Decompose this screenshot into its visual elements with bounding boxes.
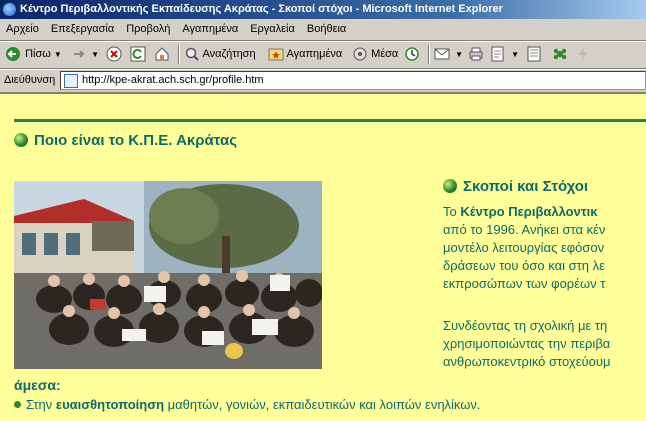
back-button[interactable]: Πίσω ▼ — [4, 44, 62, 64]
search-label: Αναζήτηση — [202, 48, 256, 60]
refresh-button[interactable] — [130, 44, 146, 64]
media-icon — [353, 47, 367, 61]
favorites-button[interactable]: Αγαπημένα — [268, 44, 342, 64]
research-button[interactable] — [576, 44, 590, 64]
menu-help[interactable]: Βοήθεια — [301, 19, 352, 40]
menu-view[interactable]: Προβολή — [120, 19, 176, 40]
globe-bullet-icon — [14, 133, 28, 147]
aims-para1-line5: εκπροσώπων των φορέων τ — [443, 276, 606, 291]
mail-button[interactable]: ▼ — [434, 44, 463, 64]
forward-button[interactable]: ▼ — [70, 44, 99, 64]
print-icon — [469, 47, 483, 61]
search-icon — [185, 47, 199, 61]
list-strong: ευαισθητοποίηση — [55, 397, 165, 412]
menu-edit[interactable]: Επεξεργασία — [45, 19, 120, 40]
ie-logo-icon — [3, 3, 16, 16]
page-heading-text: Ποιο είναι το Κ.Π.Ε. Ακράτας — [34, 132, 238, 149]
forward-arrow-icon — [74, 50, 85, 58]
immediately-label: άμεσα: — [14, 377, 61, 393]
globe-bullet-icon — [443, 179, 457, 193]
aims-para1-line1: Το Κέντρο Περιβαλλοντικ — [443, 204, 598, 220]
para-strong: Κέντρο Περιβαλλοντικ — [460, 204, 598, 219]
back-label: Πίσω — [25, 48, 51, 60]
menu-file[interactable]: Αρχείο — [0, 19, 45, 40]
list-text-rest: μαθητών, γονιών, εκπαιδευτικών και λοιπώ… — [164, 397, 481, 412]
list-bullet-icon — [14, 401, 21, 408]
messenger-icon — [553, 48, 567, 60]
edit-page-icon — [491, 46, 504, 62]
search-button[interactable]: Αναζήτηση — [184, 44, 256, 64]
page-icon — [64, 74, 78, 88]
aims-para1-line4: δράσεων του όσο και στη λε — [443, 258, 605, 273]
media-label: Μέσα — [371, 48, 399, 60]
mail-icon — [434, 48, 450, 60]
edit-dropdown-icon[interactable]: ▼ — [511, 50, 519, 59]
forward-dropdown-icon[interactable]: ▼ — [91, 50, 99, 59]
media-button[interactable]: Μέσα — [352, 44, 398, 64]
favorites-label: Αγαπημένα — [286, 48, 343, 60]
print-button[interactable] — [468, 44, 484, 64]
favorites-icon — [268, 48, 284, 61]
group-photo-art — [14, 181, 322, 369]
address-url: http://kpe-akrat.ach.sch.gr/profile.htm — [82, 74, 264, 86]
window-title: Κέντρο Περιβαλλοντικής Εκπαίδευσης Ακράτ… — [20, 3, 503, 15]
home-icon — [155, 47, 169, 61]
aims-para2-line3: ανθρωποκεντρικό στοχεύουμ — [443, 354, 611, 369]
list-item: Στην ευαισθητοποίηση μαθητών, γονιών, εκ… — [14, 397, 481, 412]
aims-para2-line1: Συνδέοντας τη σχολική με τη — [443, 318, 608, 333]
back-dropdown-icon[interactable]: ▼ — [54, 50, 62, 59]
address-label: Διεύθυνση — [4, 74, 56, 86]
history-button[interactable] — [404, 44, 420, 64]
lightning-icon — [579, 47, 587, 62]
aims-para1-line3: μοντέλο λειτουργίας εφόσον — [443, 240, 605, 255]
menu-tools[interactable]: Εργαλεία — [244, 19, 301, 40]
history-icon — [405, 47, 419, 61]
aims-heading-text: Σκοποί και Στόχοι — [463, 178, 589, 195]
aims-heading: Σκοποί και Στόχοι — [443, 178, 588, 195]
title-bar: Κέντρο Περιβαλλοντικής Εκπαίδευσης Ακράτ… — [0, 0, 646, 19]
stop-icon — [106, 46, 122, 62]
heading-rule — [14, 119, 646, 122]
messenger-button[interactable] — [552, 44, 568, 64]
edit-button[interactable]: ▼ — [490, 44, 519, 64]
page-heading: Ποιο είναι το Κ.Π.Ε. Ακράτας — [14, 132, 237, 149]
toolbar: Πίσω ▼ ▼ Αναζήτηση Αγαπημένα Μέσα ▼ ▼ — [0, 41, 646, 69]
mail-dropdown-icon[interactable]: ▼ — [455, 50, 463, 59]
home-button[interactable] — [154, 44, 170, 64]
para-text: Το — [443, 204, 461, 219]
address-input[interactable]: http://kpe-akrat.ach.sch.gr/profile.htm — [60, 71, 646, 90]
group-photo — [14, 181, 322, 369]
address-bar: Διεύθυνση http://kpe-akrat.ach.sch.gr/pr… — [0, 69, 646, 91]
page-content: Ποιο είναι το Κ.Π.Ε. Ακράτας Σκοποί και … — [0, 92, 646, 421]
menu-favorites[interactable]: Αγαπημένα — [176, 19, 244, 40]
menu-bar: Αρχείο Επεξεργασία Προβολή Αγαπημένα Εργαλεί… — [0, 19, 646, 41]
refresh-icon — [130, 46, 146, 62]
stop-button[interactable] — [106, 44, 122, 64]
discuss-button[interactable] — [526, 44, 542, 64]
aims-para1-line2: από το 1996. Ανήκει στα κέν — [443, 222, 606, 237]
aims-para2-line2: χρησιμοποιώντας την περιβα — [443, 336, 611, 351]
back-arrow-icon — [6, 47, 20, 62]
list-text: Στην — [26, 397, 56, 412]
discuss-icon — [527, 46, 541, 62]
